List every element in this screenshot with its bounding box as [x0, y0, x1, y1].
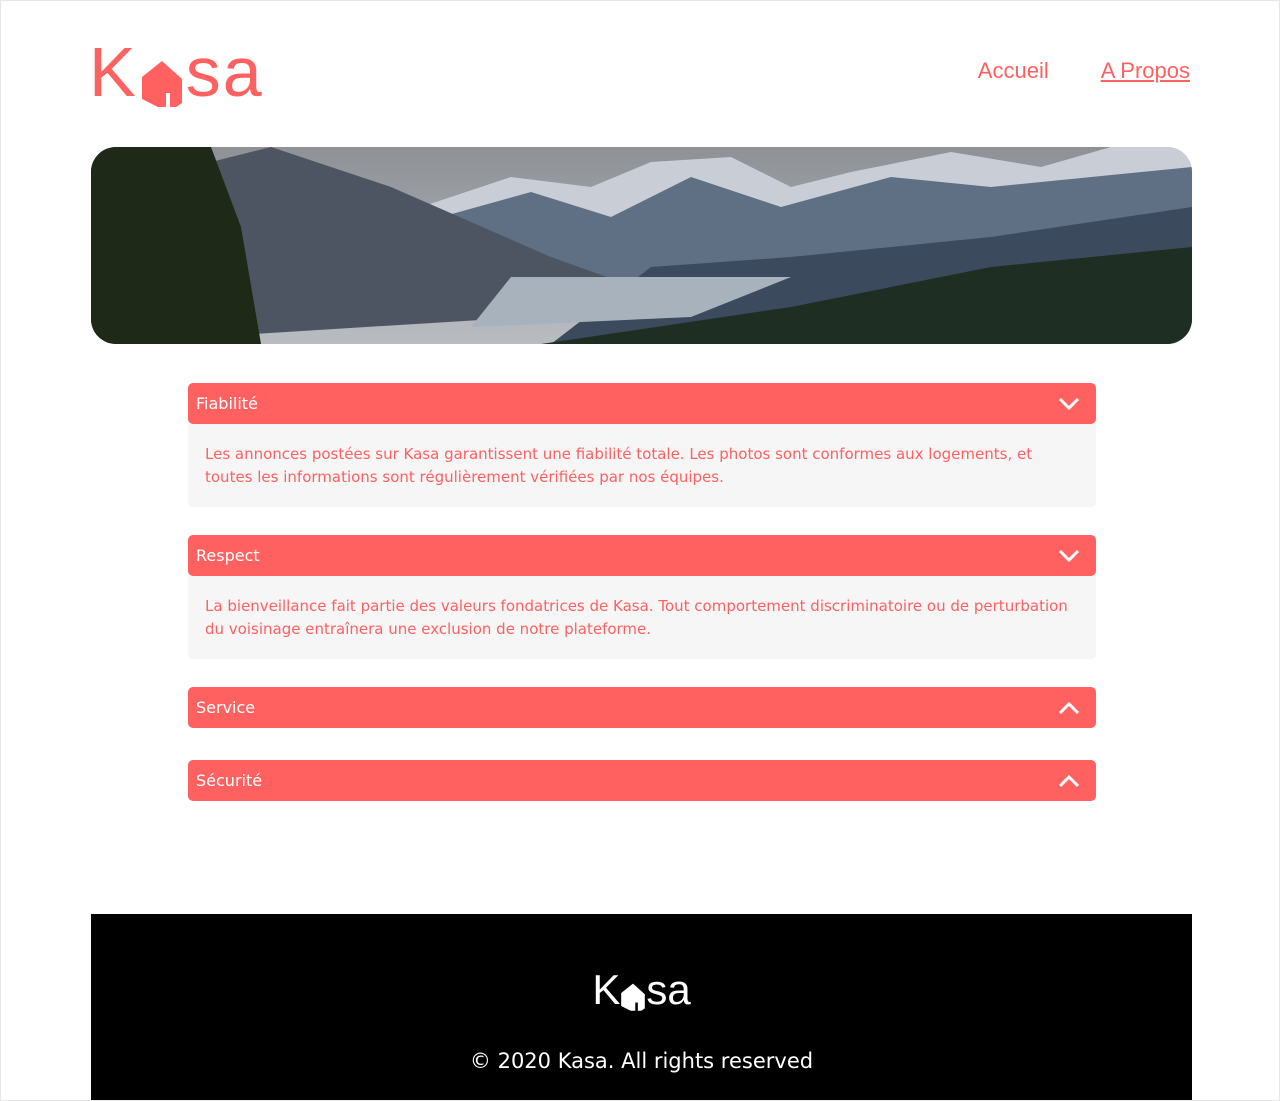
accordion-content: La bienveillance fait partie des valeurs… — [188, 576, 1096, 659]
chevron-up-icon — [1058, 701, 1080, 714]
accordion-header[interactable]: Respect — [188, 535, 1096, 576]
accordion-header[interactable]: Fiabilité — [188, 383, 1096, 424]
banner-image — [91, 147, 1192, 344]
copyright: © 2020 Kasa. All rights reserved — [469, 1049, 814, 1073]
chevron-down-icon — [1058, 549, 1080, 562]
kasa-logo[interactable]: K sa — [89, 37, 264, 107]
accordion-respect: Respect La bienveillance fait partie des… — [188, 535, 1096, 659]
house-icon — [621, 983, 646, 1011]
accordion-service: Service — [188, 687, 1096, 728]
chevron-down-icon — [1058, 397, 1080, 410]
accordion-header[interactable]: Sécurité — [188, 760, 1096, 801]
footer-logo: K sa — [592, 966, 691, 1013]
footer: K sa © 2020 Kasa. All rights reserved — [91, 914, 1192, 1100]
main-nav: Accueil A Propos — [978, 58, 1190, 84]
accordion-header[interactable]: Service — [188, 687, 1096, 728]
accordion-fiabilite: Fiabilité Les annonces postées sur Kasa … — [188, 383, 1096, 507]
accordion-content: Les annonces postées sur Kasa garantisse… — [188, 424, 1096, 507]
accordion-securite: Sécurité — [188, 760, 1096, 801]
nav-accueil[interactable]: Accueil — [978, 58, 1049, 84]
house-icon — [141, 61, 182, 107]
nav-a-propos[interactable]: A Propos — [1101, 58, 1190, 84]
chevron-up-icon — [1058, 774, 1080, 787]
